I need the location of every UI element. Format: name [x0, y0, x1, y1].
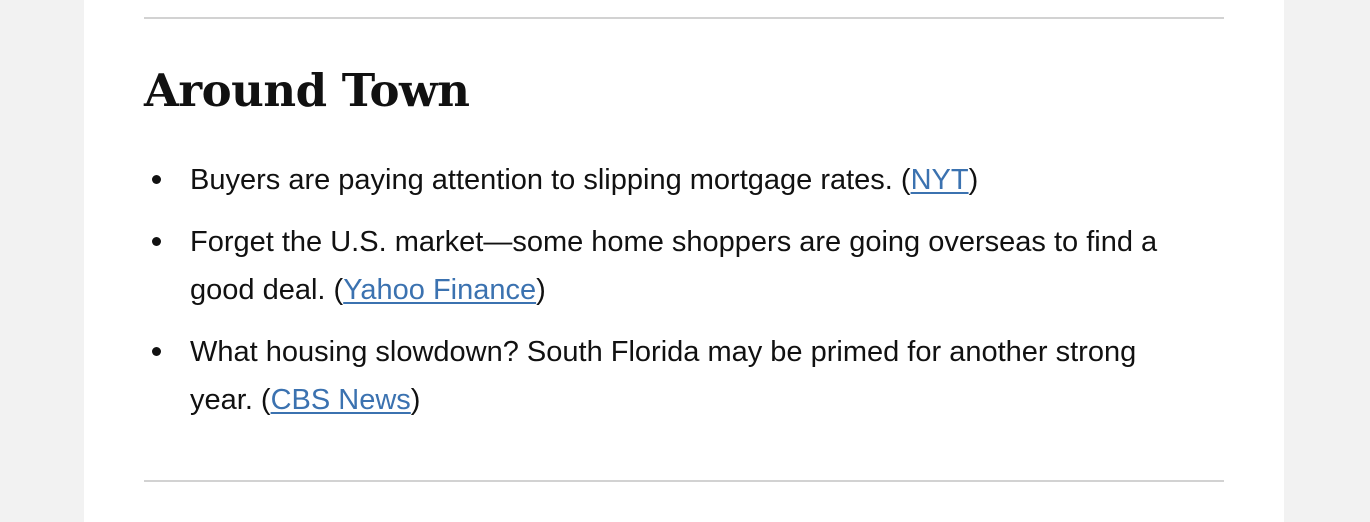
open-paren: ( [325, 274, 344, 306]
section-heading: Around Town [144, 64, 470, 117]
list-item: What housing slowdown? South Florida may… [144, 328, 1184, 424]
top-divider [144, 17, 1224, 19]
close-paren: ) [410, 384, 421, 416]
newsletter-card: Around Town Buyers are paying attention … [84, 0, 1284, 522]
news-list: Buyers are paying attention to slipping … [144, 156, 1184, 438]
source-link-cbs-news[interactable]: CBS News [271, 384, 411, 416]
bullet-icon [152, 347, 161, 356]
list-item: Buyers are paying attention to slipping … [144, 156, 1184, 204]
bullet-icon [152, 175, 161, 184]
open-paren: ( [252, 384, 271, 416]
source-link-nyt[interactable]: NYT [911, 164, 969, 196]
open-paren: ( [892, 164, 911, 196]
close-paren: ) [968, 164, 979, 196]
news-item-text: Buyers are paying attention to slipping … [190, 164, 893, 196]
source-link-yahoo-finance[interactable]: Yahoo Finance [343, 274, 536, 306]
bottom-divider [144, 480, 1224, 482]
list-item: Forget the U.S. market—some home shopper… [144, 218, 1184, 314]
bullet-icon [152, 237, 161, 246]
close-paren: ) [536, 274, 546, 306]
